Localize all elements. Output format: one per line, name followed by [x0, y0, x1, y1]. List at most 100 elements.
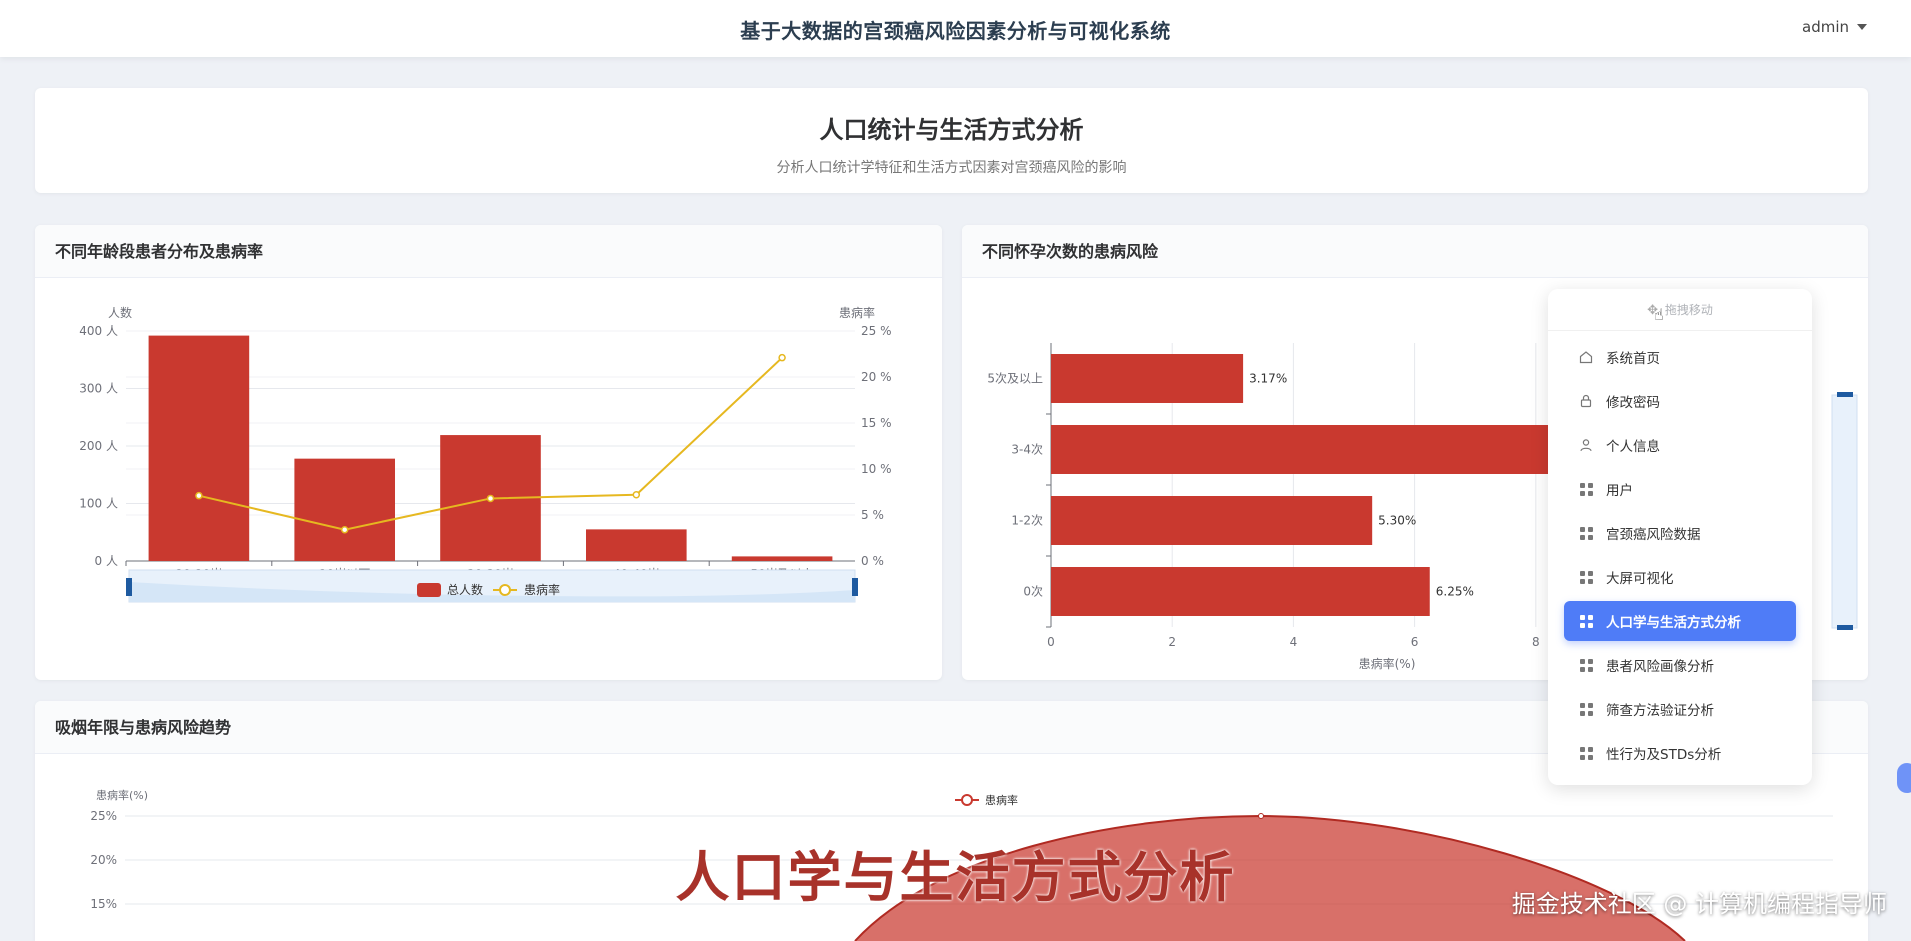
y-tick-label: 100 人 — [79, 497, 118, 511]
y2-tick-label: 0 % — [861, 554, 884, 568]
bar — [1051, 496, 1373, 545]
top-bar: 基于大数据的宫颈癌风险因素分析与可视化系统 admin — [0, 0, 1911, 57]
y2-tick-label: 25 % — [861, 324, 892, 338]
x-tick-label: 8 — [1532, 635, 1540, 649]
menu-item[interactable]: 系统首页 — [1564, 337, 1796, 377]
x-tick-label: 0 — [1047, 635, 1055, 649]
menu-item-label: 患者风险画像分析 — [1606, 659, 1714, 675]
y-tick-label: 0 人 — [95, 554, 118, 568]
age-chart-card: 不同年龄段患者分布及患病率 0 人 100 人 200 人 300 人 400 人 0 %… — [35, 225, 942, 680]
menu-item-label: 系统首页 — [1606, 351, 1660, 367]
y-axis-label: 人数 — [108, 305, 132, 320]
legend-label-bar: 总人数 — [447, 582, 483, 597]
y2-tick-label: 5 % — [861, 508, 884, 522]
lock-icon — [1578, 393, 1594, 409]
data-zoom-handle — [852, 578, 858, 596]
data-zoom-handle — [1837, 392, 1853, 397]
page-title: 人口统计与生活方式分析 — [819, 116, 1084, 144]
user-icon — [1578, 437, 1594, 453]
menu-item-label: 修改密码 — [1606, 395, 1660, 411]
grid-icon — [1578, 481, 1594, 497]
menu-item[interactable]: 大屏可视化 — [1564, 557, 1796, 597]
y-tick-label: 3-4次 — [1011, 443, 1043, 457]
menu-item[interactable]: 性行为及STDs分析 — [1564, 733, 1796, 773]
legend-label-line: 患病率 — [524, 582, 560, 597]
grid-icon — [1578, 701, 1594, 717]
floating-nav-menu[interactable]: ✥ 拖拽移动 系统首页修改密码个人信息用户宫颈癌风险数据 大屏可视化人口学与生活方… — [1548, 289, 1812, 785]
menu-item-label: 人口学与生活方式分析 — [1606, 615, 1741, 631]
bar — [148, 335, 250, 561]
y-tick-label: 25% — [90, 809, 117, 823]
hand-cursor-icon: ☝ — [1654, 305, 1664, 324]
line-point — [195, 491, 203, 500]
y2-axis-label: 患病率 — [839, 305, 875, 320]
menu-item[interactable]: 用户 — [1564, 469, 1796, 509]
menu-item-label: 筛查方法验证分析 — [1606, 703, 1714, 719]
grid-icon — [1578, 525, 1594, 541]
x-tick-label: 2 — [1168, 635, 1176, 649]
drag-hint: 拖拽移动 — [1664, 303, 1713, 317]
menu-item-label: 用户 — [1606, 483, 1633, 499]
drag-handle[interactable]: ✥ 拖拽移动 — [1548, 289, 1812, 331]
bar — [731, 556, 833, 561]
y2-tick-label: 15 % — [861, 416, 892, 430]
bar — [585, 529, 687, 561]
menu-item-label: 个人信息 — [1606, 439, 1660, 455]
menu-item[interactable]: 修改密码 — [1564, 381, 1796, 421]
x-tick-label: 4 — [1290, 635, 1298, 649]
menu-item[interactable]: 患者风险画像分析 — [1564, 645, 1796, 685]
age-chart: 0 人 100 人 200 人 300 人 400 人 0 % 5 % 10 % 15 % 20 … — [79, 305, 892, 603]
y2-tick-label: 20 % — [861, 370, 892, 384]
menu-item-label: 宫颈癌风险数据 — [1606, 527, 1701, 543]
menu-item-label: 大屏可视化 — [1606, 571, 1674, 587]
legend-swatch-point — [961, 794, 973, 806]
y-tick-label: 15% — [90, 897, 117, 911]
y-tick-label: 200 人 — [79, 439, 118, 453]
data-zoom-handle — [1837, 625, 1853, 630]
y2-tick-label: 10 % — [861, 462, 892, 476]
bar — [294, 458, 396, 561]
legend-swatch-bar — [417, 583, 441, 597]
username: admin — [1802, 18, 1849, 36]
page-header: 人口统计与生活方式分析 分析人口统计学特征和生活方式因素对宫颈癌风险的影响 — [35, 88, 1868, 193]
x-axis-label: 患病率(%) — [1359, 656, 1416, 671]
line-point — [486, 494, 495, 503]
bar-data-label: 3.17% — [1249, 372, 1287, 386]
y-tick-label: 300 人 — [79, 382, 118, 396]
side-float-button[interactable] — [1897, 763, 1911, 793]
legend-label: 患病率 — [985, 793, 1018, 807]
home-icon — [1578, 349, 1594, 365]
menu-item[interactable]: 筛查方法验证分析 — [1564, 689, 1796, 729]
pregnancy-chart-title: 不同怀孕次数的患病风险 — [962, 225, 1868, 278]
x-tick-label: 6 — [1411, 635, 1419, 649]
bar-data-label: 6.25% — [1436, 585, 1474, 599]
system-title: 基于大数据的宫颈癌风险因素分析与可视化系统 — [740, 19, 1171, 43]
legend-swatch-point — [499, 584, 511, 596]
page-subtitle: 分析人口统计学特征和生活方式因素对宫颈癌风险的影响 — [776, 160, 1127, 176]
area-point — [1258, 813, 1264, 819]
grid-icon — [1578, 745, 1594, 761]
data-zoom-track — [1831, 394, 1858, 629]
y-tick-label: 400 人 — [79, 324, 118, 338]
line-point — [778, 353, 786, 362]
y-tick-label: 0次 — [1023, 585, 1043, 599]
user-menu[interactable]: admin — [1802, 18, 1867, 36]
y-axis-label: 患病率(%) — [96, 788, 148, 802]
menu-item[interactable]: 个人信息 — [1564, 425, 1796, 465]
y-tick-label: 5次及以上 — [987, 372, 1043, 386]
grid-icon — [1578, 569, 1594, 585]
age-chart-title: 不同年龄段患者分布及患病率 — [35, 225, 942, 278]
bar — [1051, 354, 1244, 403]
menu-item[interactable]: 人口学与生活方式分析 — [1564, 601, 1796, 641]
menu-list: 系统首页修改密码个人信息用户宫颈癌风险数据 大屏可视化人口学与生活方式分析 患者风险… — [1548, 331, 1812, 773]
bar — [1051, 425, 1633, 474]
caret-down-icon — [1857, 24, 1867, 30]
grid-icon — [1578, 657, 1594, 673]
line-point — [632, 491, 641, 499]
menu-item-label: 性行为及STDs分析 — [1606, 747, 1722, 763]
grid-icon — [1578, 613, 1594, 629]
y-tick-label: 20% — [90, 853, 117, 867]
menu-item[interactable]: 宫颈癌风险数据 — [1564, 513, 1796, 553]
bar — [1051, 567, 1430, 616]
y-tick-label: 1-2次 — [1011, 514, 1043, 528]
